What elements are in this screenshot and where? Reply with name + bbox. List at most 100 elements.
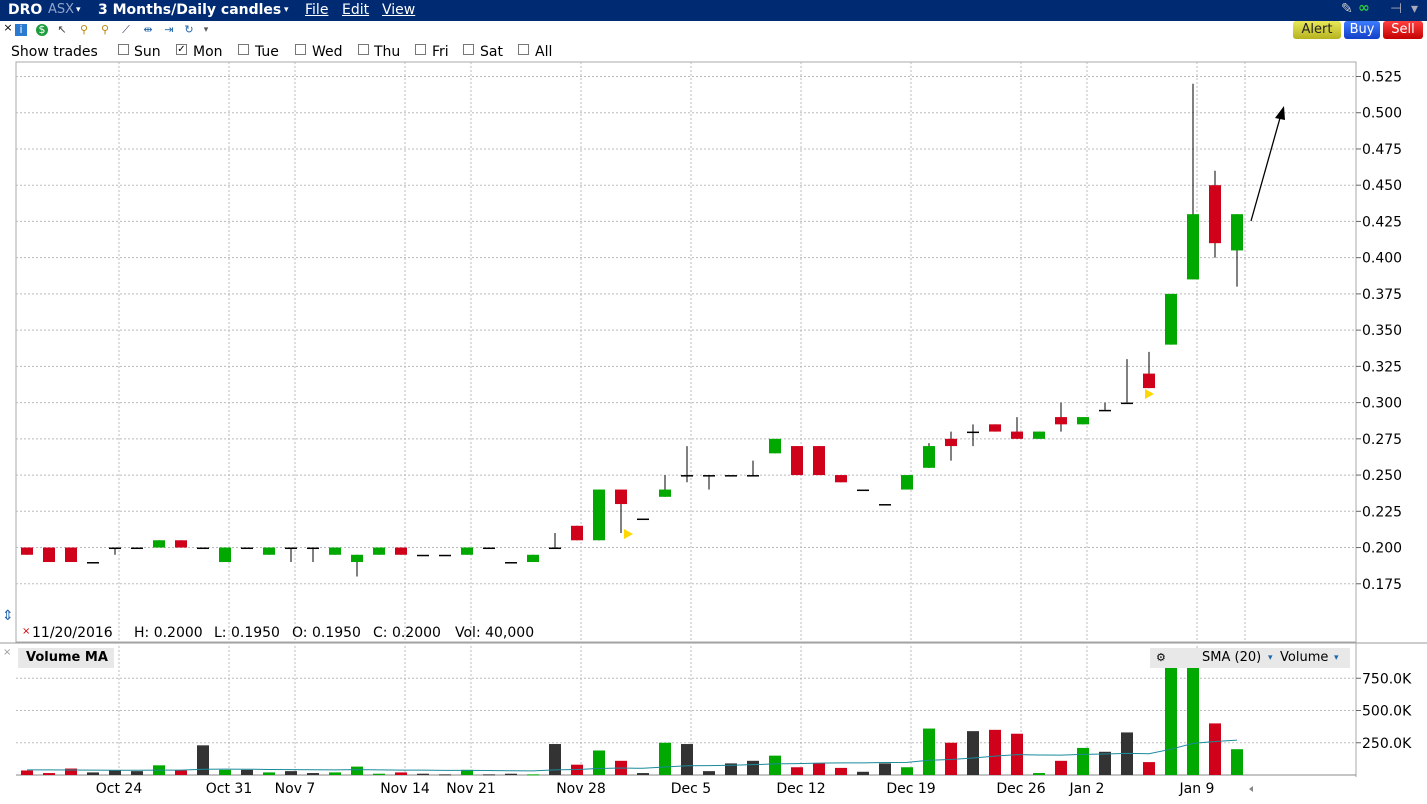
symbol-dropdown-icon[interactable]: ▾: [76, 5, 81, 15]
menu-edit[interactable]: Edit: [342, 2, 369, 18]
candle-body: [681, 475, 693, 477]
candle-body: [241, 547, 253, 550]
candle-body: [483, 547, 495, 550]
pin-icon[interactable]: ⊣: [1390, 1, 1402, 17]
checkbox-mon[interactable]: ✓: [176, 44, 187, 55]
day-label-fri: Fri: [432, 44, 449, 60]
volume-bar: [1033, 773, 1045, 775]
day-label-wed: Wed: [312, 44, 343, 60]
menu-file[interactable]: File: [305, 2, 328, 18]
volume-bar: [615, 760, 627, 775]
candle-body: [659, 489, 671, 497]
volume-bar: [1231, 749, 1243, 775]
sma-dropdown-icon[interactable]: ▾: [1268, 648, 1273, 668]
date-tick-label: Nov 28: [556, 781, 606, 797]
price-tick-label: 0.400: [1362, 251, 1402, 267]
price-tick-label: 0.225: [1362, 504, 1402, 520]
volume-tick-label: 500.0K: [1362, 704, 1412, 720]
candle-body: [109, 547, 121, 550]
candle-body: [1033, 431, 1045, 439]
timeframe-dropdown-icon[interactable]: ▾: [284, 5, 289, 15]
panel-resize-icon[interactable]: ⇕: [2, 608, 14, 624]
wrench-icon[interactable]: ✎: [1341, 1, 1353, 17]
volume-bar: [593, 750, 605, 775]
candle-body: [791, 446, 803, 476]
timeframe-selector[interactable]: 3 Months/Daily candles: [98, 2, 281, 18]
exchange-label[interactable]: ASX: [48, 2, 74, 17]
candle-body: [593, 489, 605, 541]
date-tick-label: Nov 14: [380, 781, 430, 797]
volume-bar: [835, 767, 847, 775]
candle-body: [175, 540, 187, 548]
candle-body: [219, 547, 231, 563]
date-tick-label: Dec 12: [776, 781, 825, 797]
candle-body: [395, 547, 407, 555]
volume-bar: [65, 768, 77, 775]
checkbox-wed[interactable]: [295, 44, 306, 55]
refresh-icon[interactable]: ↻: [183, 24, 195, 36]
scroll-end-icon[interactable]: ⇥: [163, 24, 175, 36]
date-tick-label: Jan 2: [1069, 781, 1105, 797]
candle-body: [307, 547, 319, 550]
candle-body: [505, 562, 517, 564]
candle-body: [373, 547, 385, 555]
checkbox-thu[interactable]: [358, 44, 369, 55]
day-label-sun: Sun: [134, 44, 161, 60]
checkbox-sat[interactable]: [463, 44, 474, 55]
volume-bar: [1055, 760, 1067, 775]
zoom-in-icon[interactable]: ⚲: [78, 24, 90, 36]
scroll-marker: [1249, 786, 1253, 792]
checkbox-tue[interactable]: [238, 44, 249, 55]
toolbar-more-icon[interactable]: ▾: [200, 24, 212, 36]
candle-body: [197, 547, 209, 550]
trade-marker: [624, 529, 633, 539]
draw-line-icon[interactable]: ⟋: [120, 24, 132, 36]
checkbox-all[interactable]: [518, 44, 529, 55]
buy-button[interactable]: Buy: [1344, 21, 1380, 39]
volume-bar: [769, 755, 781, 775]
ohlc-close-icon[interactable]: ×: [22, 626, 30, 637]
link-icon[interactable]: ∞: [1358, 0, 1370, 16]
window-menu-icon[interactable]: ▾: [1411, 1, 1418, 17]
volume-tick-label: 250.0K: [1362, 736, 1412, 752]
menu-view[interactable]: View: [382, 2, 415, 18]
volume-bar: [527, 774, 539, 776]
volume-bar: [1165, 652, 1177, 775]
volume-bar: [351, 766, 363, 775]
zoom-out-icon[interactable]: ⚲: [99, 24, 111, 36]
dollar-icon[interactable]: $: [36, 24, 48, 36]
volume-bar: [945, 742, 957, 775]
symbol-label[interactable]: DRO: [8, 2, 42, 18]
sell-button[interactable]: Sell: [1383, 21, 1423, 39]
volume-bar: [505, 773, 517, 775]
checkbox-sun[interactable]: [118, 44, 129, 55]
price-tick-label: 0.200: [1362, 541, 1402, 557]
candle-body: [703, 475, 715, 477]
volume-bar: [1099, 751, 1111, 775]
volume-dropdown-icon[interactable]: ▾: [1334, 648, 1339, 668]
candle-body: [1077, 417, 1089, 425]
sma-label[interactable]: SMA (20): [1202, 648, 1261, 668]
settings-icon[interactable]: ⚙: [1156, 648, 1166, 668]
volume-bar: [659, 742, 671, 775]
day-label-sat: Sat: [480, 44, 503, 60]
candle-body: [945, 438, 957, 447]
candle-body: [901, 475, 913, 490]
volume-tick-label: 750.0K: [1362, 671, 1412, 687]
close-icon[interactable]: ×: [2, 22, 14, 34]
volume-legend-label[interactable]: Volume: [1280, 648, 1328, 668]
info-icon[interactable]: i: [15, 24, 27, 36]
alert-button[interactable]: Alert: [1293, 21, 1341, 39]
checkbox-fri[interactable]: [415, 44, 426, 55]
volume-bar: [241, 769, 253, 775]
price-tick-label: 0.350: [1362, 323, 1402, 339]
volume-bar: [21, 770, 33, 775]
volume-panel-close-icon[interactable]: ×: [3, 647, 11, 658]
volume-bar: [725, 763, 737, 775]
split-icon[interactable]: ⇹: [142, 24, 154, 36]
volume-bar: [1209, 723, 1221, 775]
date-tick-label: Dec 5: [671, 781, 711, 797]
cursor-icon[interactable]: ↖: [56, 24, 68, 36]
volume-bar: [989, 729, 1001, 775]
candle-body: [637, 518, 649, 521]
